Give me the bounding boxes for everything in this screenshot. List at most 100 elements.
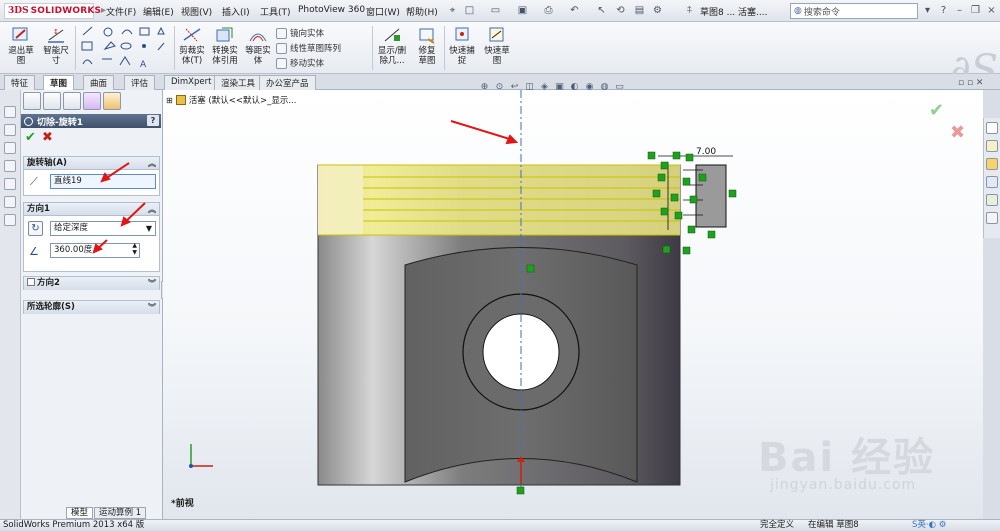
section-view-icon[interactable]: ◫ bbox=[523, 80, 536, 93]
appearances-icon[interactable] bbox=[986, 194, 998, 206]
file-properties-icon[interactable]: ▤ bbox=[632, 3, 647, 18]
mirror-icon bbox=[276, 27, 287, 39]
confirm-ok-icon[interactable]: ✔ bbox=[929, 100, 944, 121]
file-explorer-icon[interactable] bbox=[986, 158, 998, 170]
separator bbox=[444, 26, 445, 70]
menu-photoview[interactable]: PhotoView 360 bbox=[298, 5, 365, 15]
help-question-icon[interactable]: ? bbox=[936, 3, 951, 18]
separator bbox=[174, 26, 175, 70]
save-icon[interactable]: ▣ bbox=[515, 3, 530, 18]
rebuild-icon[interactable]: ⟲ bbox=[613, 3, 628, 18]
confirm-cancel-icon[interactable]: ✖ bbox=[950, 122, 965, 143]
pm-annotation-arrows bbox=[92, 162, 146, 254]
tab-dimxpert[interactable]: DimXpert bbox=[164, 75, 219, 90]
repair-sketch-button[interactable]: 修复草图 bbox=[413, 25, 441, 66]
quick-snap-icon bbox=[451, 25, 473, 45]
exit-sketch-icon bbox=[10, 25, 32, 45]
smart-dimension-icon: ↕ bbox=[45, 25, 67, 45]
print-icon[interactable]: ⎙ bbox=[541, 3, 556, 18]
display-style-icon[interactable]: ▣ bbox=[553, 80, 566, 93]
quick-snaps-button[interactable]: 快速捕捉 bbox=[447, 25, 477, 66]
collapse-icon[interactable] bbox=[4, 106, 16, 118]
linear-pattern-button[interactable]: 线性草图阵列 bbox=[276, 42, 341, 54]
tab-evaluate[interactable]: 评估 bbox=[124, 75, 156, 90]
solidworks-logo: 3DS SOLIDWORKS bbox=[4, 3, 101, 19]
trim-entities-button[interactable]: 剪裁实体(T) bbox=[177, 25, 207, 66]
link-icon[interactable] bbox=[4, 214, 16, 226]
task-pane-tabs bbox=[983, 118, 1000, 238]
ime-icon[interactable]: S英·◐ ⚙ bbox=[912, 520, 946, 531]
exit-sketch-button[interactable]: 退出草图 bbox=[6, 25, 36, 66]
options-gear-icon[interactable]: ⚙ bbox=[650, 3, 665, 18]
hide-show-icon[interactable]: ◐ bbox=[568, 80, 581, 93]
relation-icon[interactable] bbox=[4, 160, 16, 172]
expand-plus-icon[interactable]: ⊞ bbox=[166, 96, 173, 105]
selected-region[interactable] bbox=[318, 165, 680, 235]
apply-scene-icon[interactable]: ◍ bbox=[598, 80, 611, 93]
smart-dimension-button[interactable]: ↕ 智能尺寸 bbox=[40, 25, 72, 66]
menu-view[interactable]: 视图(V) bbox=[181, 5, 212, 18]
restore-icon[interactable]: ❐ bbox=[968, 3, 983, 18]
menu-window[interactable]: 窗口(W) bbox=[366, 5, 400, 18]
close-icon[interactable]: × bbox=[984, 3, 999, 18]
part-icon bbox=[175, 95, 186, 105]
status-defined: 完全定义 bbox=[760, 520, 795, 530]
zoom-area-icon[interactable]: ⊙ bbox=[493, 80, 506, 93]
tab-features[interactable]: 特征 bbox=[4, 75, 36, 90]
dimension-label[interactable]: 7.00 bbox=[696, 147, 716, 157]
custom-properties-icon[interactable] bbox=[986, 212, 998, 224]
sketch-icon[interactable] bbox=[4, 124, 16, 136]
offset-entities-button[interactable]: 等距实体 bbox=[243, 25, 273, 66]
bottom-tabs: 模型 运动算例 1 bbox=[21, 507, 163, 519]
rapid-sketch-button[interactable]: 快速草图 bbox=[482, 25, 512, 66]
origin-triad-icon bbox=[189, 444, 213, 468]
undo-icon[interactable]: ↶ bbox=[567, 3, 582, 18]
menu-edit[interactable]: 编辑(E) bbox=[143, 5, 174, 18]
feature-tree-flyout[interactable]: ⊞ 活塞 (默认<<默认>_显示... bbox=[166, 94, 296, 106]
view-orientation-icon[interactable]: ◈ bbox=[538, 80, 551, 93]
display-relations-icon bbox=[381, 25, 403, 45]
move-entities-button[interactable]: 移动实体 bbox=[276, 57, 324, 69]
annotation-arrow bbox=[450, 120, 519, 145]
view-palette-icon[interactable] bbox=[986, 176, 998, 188]
mirror-entities-button[interactable]: 镜向实体 bbox=[276, 27, 324, 39]
separator bbox=[372, 26, 373, 70]
tab-sketch[interactable]: 草图 bbox=[43, 75, 75, 90]
search-dropdown-icon[interactable]: ▾ bbox=[920, 3, 935, 18]
design-library-icon[interactable] bbox=[986, 140, 998, 152]
menu-help[interactable]: 帮助(H) bbox=[406, 5, 438, 18]
offset-icon bbox=[247, 25, 269, 45]
feature-icon[interactable] bbox=[4, 142, 16, 154]
document-title: 草图8 ... 活塞.... bbox=[700, 8, 768, 18]
view-settings-icon[interactable]: ▭ bbox=[613, 80, 626, 93]
home-icon[interactable] bbox=[986, 122, 998, 134]
tab-render-tools[interactable]: 渲染工具 bbox=[214, 75, 263, 90]
tab-office-products[interactable]: 办公室产品 bbox=[259, 75, 316, 90]
search-box[interactable]: ◍ 搜索命令 bbox=[790, 3, 918, 19]
tab-model[interactable]: 模型 bbox=[66, 507, 94, 519]
new-document-icon[interactable]: □ bbox=[462, 3, 477, 18]
search-input[interactable]: 搜索命令 bbox=[804, 5, 840, 18]
zoom-to-fit-icon[interactable]: ⊕ bbox=[478, 80, 491, 93]
tab-motion-study[interactable]: 运动算例 1 bbox=[94, 507, 147, 519]
pushpin-icon[interactable]: ⌖ bbox=[445, 3, 460, 18]
minimize-icon[interactable]: – bbox=[952, 3, 967, 18]
command-manager: 退出草图 ↕ 智能尺寸 A 剪裁实体(T) 转换实体引用 等距实体 镜向实体 线… bbox=[0, 22, 1000, 93]
edit-appearance-icon[interactable]: ◉ bbox=[583, 80, 596, 93]
open-folder-icon[interactable]: ▭ bbox=[488, 3, 503, 18]
scene-icon[interactable] bbox=[4, 196, 16, 208]
menu-bar: 3DS SOLIDWORKS ▸ 文件(F) 编辑(E) 视图(V) 插入(I)… bbox=[0, 0, 1000, 22]
dimension-icon[interactable] bbox=[4, 178, 16, 190]
menu-file[interactable]: 文件(F) bbox=[106, 5, 136, 18]
convert-entities-button[interactable]: 转换实体引用 bbox=[210, 25, 240, 66]
window-controls-icon[interactable]: ▫ ▫ ✕ bbox=[958, 78, 983, 88]
select-arrow-icon[interactable]: ↖ bbox=[594, 3, 609, 18]
menu-tools[interactable]: 工具(T) bbox=[260, 5, 291, 18]
display-delete-relations-button[interactable]: 显示/删除几... bbox=[375, 25, 409, 66]
menu-insert[interactable]: 插入(I) bbox=[222, 5, 250, 18]
status-product: SolidWorks Premium 2013 x64 版 bbox=[3, 520, 145, 530]
view-orientation-label: *前视 bbox=[171, 499, 194, 509]
previous-view-icon[interactable]: ↩ bbox=[508, 80, 521, 93]
tab-surfaces[interactable]: 曲面 bbox=[83, 75, 115, 90]
svg-text:A: A bbox=[140, 60, 147, 70]
